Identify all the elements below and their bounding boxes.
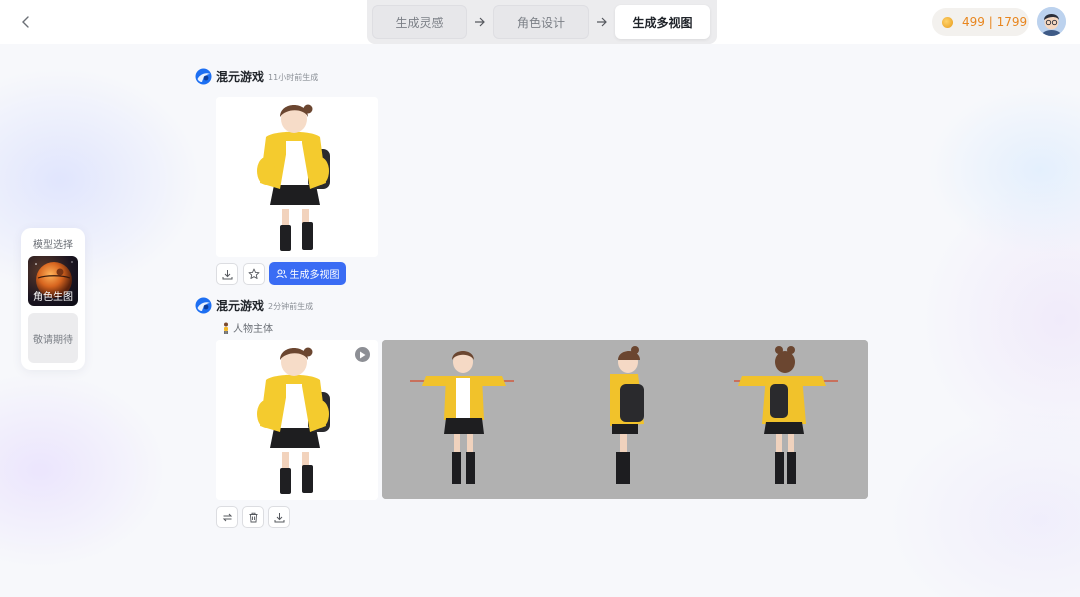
character-image-card[interactable] bbox=[216, 340, 378, 500]
brand-name: 混元游戏 bbox=[216, 299, 265, 313]
regenerate-button[interactable] bbox=[216, 506, 238, 528]
multiview-result[interactable] bbox=[382, 340, 868, 499]
play-icon bbox=[360, 351, 366, 358]
refresh-icon bbox=[222, 513, 232, 521]
top-bar: 生成灵感 角色设计 生成多视图 499 | 1799 bbox=[0, 0, 1080, 44]
character-illustration bbox=[216, 97, 378, 257]
hunyuan-logo-icon bbox=[195, 297, 212, 314]
coin-icon bbox=[942, 16, 953, 28]
step-multiview[interactable]: 生成多视图 bbox=[615, 5, 710, 39]
star-icon bbox=[248, 268, 260, 279]
model-option-character[interactable]: 角色生图 bbox=[28, 256, 78, 306]
download-button[interactable] bbox=[268, 506, 290, 528]
multiview-render bbox=[382, 340, 868, 499]
message-header: 混元游戏 2分钟前生成 bbox=[195, 297, 313, 314]
model-option-coming-soon: 敬请期待 bbox=[28, 313, 78, 363]
subject-tag: 人物主体 bbox=[221, 320, 273, 335]
avatar[interactable] bbox=[1037, 7, 1066, 36]
background bbox=[0, 0, 1080, 597]
chevron-left-icon bbox=[22, 16, 29, 28]
model-option-label: 角色生图 bbox=[33, 292, 73, 303]
message-header: 混元游戏 11小时前生成 bbox=[195, 68, 318, 85]
user-avatar-icon bbox=[1037, 7, 1066, 36]
character-image-card[interactable] bbox=[216, 97, 378, 257]
arrow-right-icon bbox=[589, 17, 615, 27]
download-icon bbox=[222, 269, 232, 279]
trash-icon bbox=[249, 512, 257, 522]
download-icon bbox=[274, 512, 284, 522]
arrow-right-icon bbox=[467, 17, 493, 27]
model-panel-title: 模型选择 bbox=[33, 240, 73, 251]
step-navigator: 生成灵感 角色设计 生成多视图 bbox=[367, 0, 717, 44]
message-time: 11小时前生成 bbox=[268, 73, 319, 82]
credits-value: 499 | 1799 bbox=[962, 15, 1028, 29]
delete-button[interactable] bbox=[242, 506, 264, 528]
hunyuan-logo-icon bbox=[195, 68, 212, 85]
play-button[interactable] bbox=[355, 347, 370, 362]
favorite-button[interactable] bbox=[243, 263, 265, 285]
step-character-design[interactable]: 角色设计 bbox=[493, 5, 589, 39]
back-button[interactable] bbox=[16, 12, 36, 32]
person-icon bbox=[224, 322, 228, 334]
generate-multiview-label: 生成多视图 bbox=[289, 270, 340, 281]
step-inspiration[interactable]: 生成灵感 bbox=[372, 5, 467, 39]
message-time: 2分钟前生成 bbox=[268, 302, 314, 311]
subject-label: 人物主体 bbox=[233, 324, 273, 335]
brand-name: 混元游戏 bbox=[216, 70, 265, 84]
model-selection-panel: 模型选择 角色生图 敬请期待 bbox=[21, 228, 85, 370]
download-button[interactable] bbox=[216, 263, 238, 285]
character-illustration bbox=[216, 340, 378, 500]
users-icon bbox=[275, 269, 287, 278]
credits-badge[interactable]: 499 | 1799 bbox=[932, 8, 1029, 36]
generate-multiview-button[interactable]: 生成多视图 bbox=[269, 262, 346, 285]
